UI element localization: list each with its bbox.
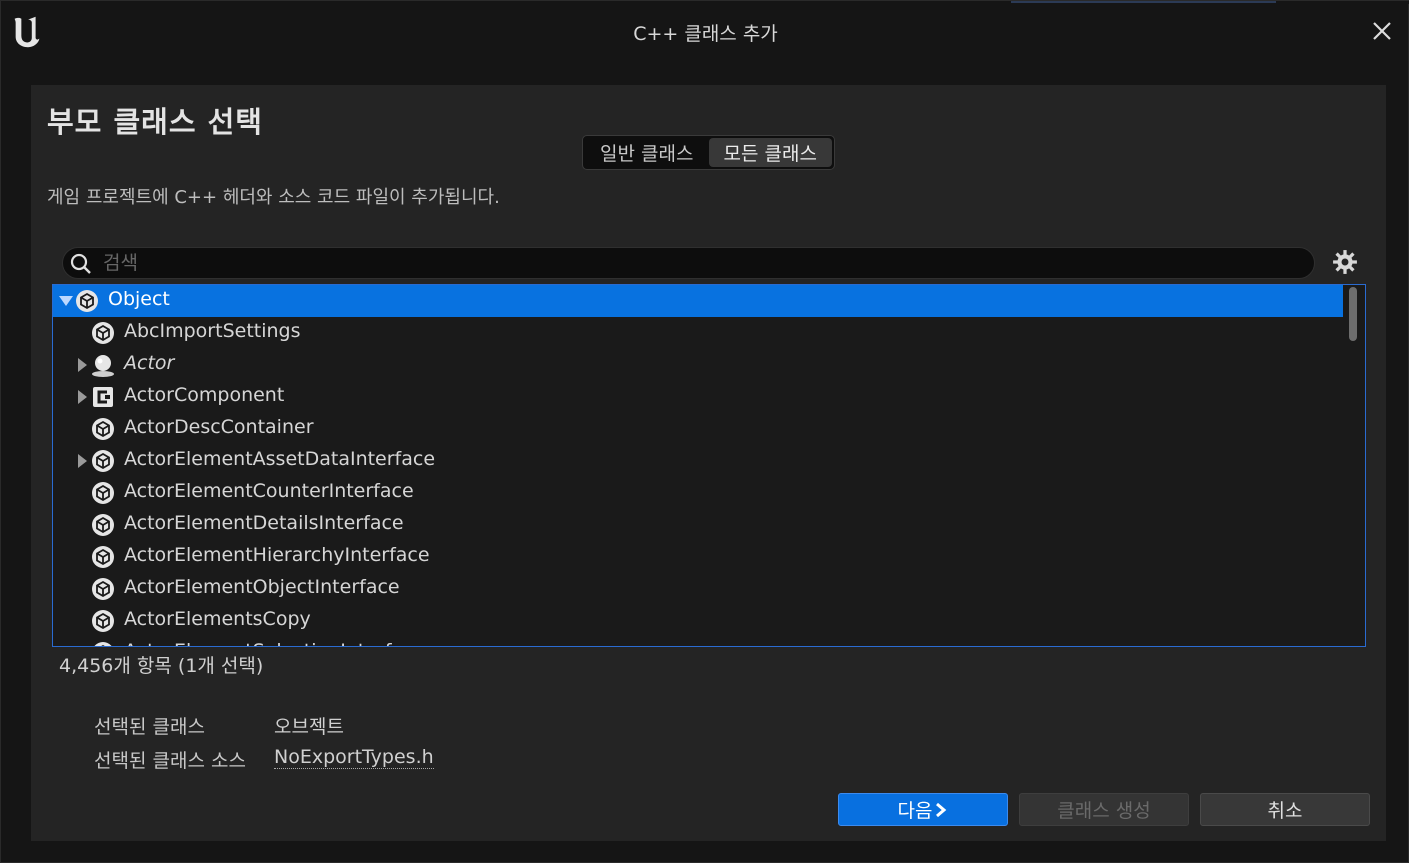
search-input[interactable] [103,250,1303,276]
create-class-button[interactable]: 클래스 생성 [1019,793,1189,826]
tree-row[interactable]: ActorElementsCopy [53,605,1343,637]
window-title: C++ 클래스 추가 [633,23,778,45]
object-icon [94,642,112,646]
object-icon [92,610,114,632]
tree-row[interactable]: ActorElementCounterInterface [53,477,1343,509]
chevron-right-icon [936,802,947,817]
tab-all-classes[interactable]: 모든 클래스 [708,138,832,167]
selected-class-source-link[interactable]: NoExportTypes.h [274,746,434,769]
selected-class-label: 선택된 클래스 [94,716,205,738]
tree-row-label: ActorElementsCopy [124,608,311,630]
page-title: 부모 클래스 선택 [47,105,263,139]
object-icon [92,450,114,472]
tree-row-label: Object [108,288,170,310]
title-bar: C++ 클래스 추가 [1,1,1409,63]
tree-row-label: ActorElementSelectionInterface [124,640,425,646]
next-button-label: 다음 [897,800,933,822]
tree-row-label: ActorElementAssetDataInterface [124,448,436,470]
object-icon [92,482,114,504]
tree-row[interactable]: ActorElementObjectInterface [53,573,1343,605]
object-icon [76,290,98,312]
tree-row-label: ActorElementObjectInterface [124,576,400,598]
tree-row[interactable]: ActorElementDetailsInterface [53,509,1343,541]
tree-row[interactable]: Actor [53,349,1343,381]
add-cpp-class-dialog: C++ 클래스 추가 부모 클래스 선택 일반 클래스 모든 클래스 게임 프로… [0,0,1409,863]
close-icon[interactable] [1370,19,1394,43]
selected-class-value: 오브젝트 [274,716,344,738]
expand-arrow-right-icon[interactable] [75,358,89,372]
expand-arrow-right-icon[interactable] [75,646,89,647]
expand-arrow-right-icon[interactable] [75,454,89,468]
object-icon [92,514,114,536]
class-tree: ActorElementSelectionInterface ActorEleme… [52,284,1366,647]
tree-row-label: ActorElementCounterInterface [124,480,414,502]
tree-row[interactable]: Object [53,285,1343,317]
tree-row-label: ActorComponent [124,384,285,406]
search-icon [70,253,91,274]
tree-scrollbar[interactable] [1347,285,1365,646]
tree-row[interactable]: ActorElementHierarchyInterface [53,541,1343,573]
search-bar [62,247,1315,279]
description-text: 게임 프로젝트에 C++ 헤더와 소스 코드 파일이 추가됩니다. [47,187,500,208]
object-icon [92,418,114,440]
next-button[interactable]: 다음 [838,793,1008,826]
tab-common-classes[interactable]: 일반 클래스 [585,138,709,167]
class-filter-toggle: 일반 클래스 모든 클래스 [582,135,835,170]
gear-icon[interactable] [1332,249,1358,275]
tree-row-label: Actor [124,352,175,374]
expand-arrow-down-icon[interactable] [59,294,73,308]
tree-row[interactable]: AbcImportSettings [53,317,1343,349]
item-count: 4,456개 항목 (1개 선택) [59,655,264,677]
tree-row[interactable]: ActorElementAssetDataInterface [53,445,1343,477]
tree-row-label: ActorDescContainer [124,416,314,438]
actor-icon [92,355,114,377]
tree-row-label: ActorElementHierarchyInterface [124,544,430,566]
object-icon [92,322,114,344]
tree-row[interactable]: ActorElementSelectionInterface [53,637,1343,647]
selected-class-source-label: 선택된 클래스 소스 [94,750,246,772]
tree-row[interactable]: ActorComponent [53,381,1343,413]
tree-row-label: AbcImportSettings [124,320,301,342]
tree-row[interactable]: ActorDescContainer [53,413,1343,445]
object-icon [92,546,114,568]
cancel-button[interactable]: 취소 [1200,793,1370,826]
object-icon [92,578,114,600]
expand-arrow-right-icon[interactable] [75,390,89,404]
tree-row-label: ActorElementDetailsInterface [124,512,404,534]
component-icon [93,387,113,407]
scrollbar-thumb[interactable] [1349,287,1357,341]
content-panel: 부모 클래스 선택 일반 클래스 모든 클래스 게임 프로젝트에 C++ 헤더와… [31,85,1386,841]
